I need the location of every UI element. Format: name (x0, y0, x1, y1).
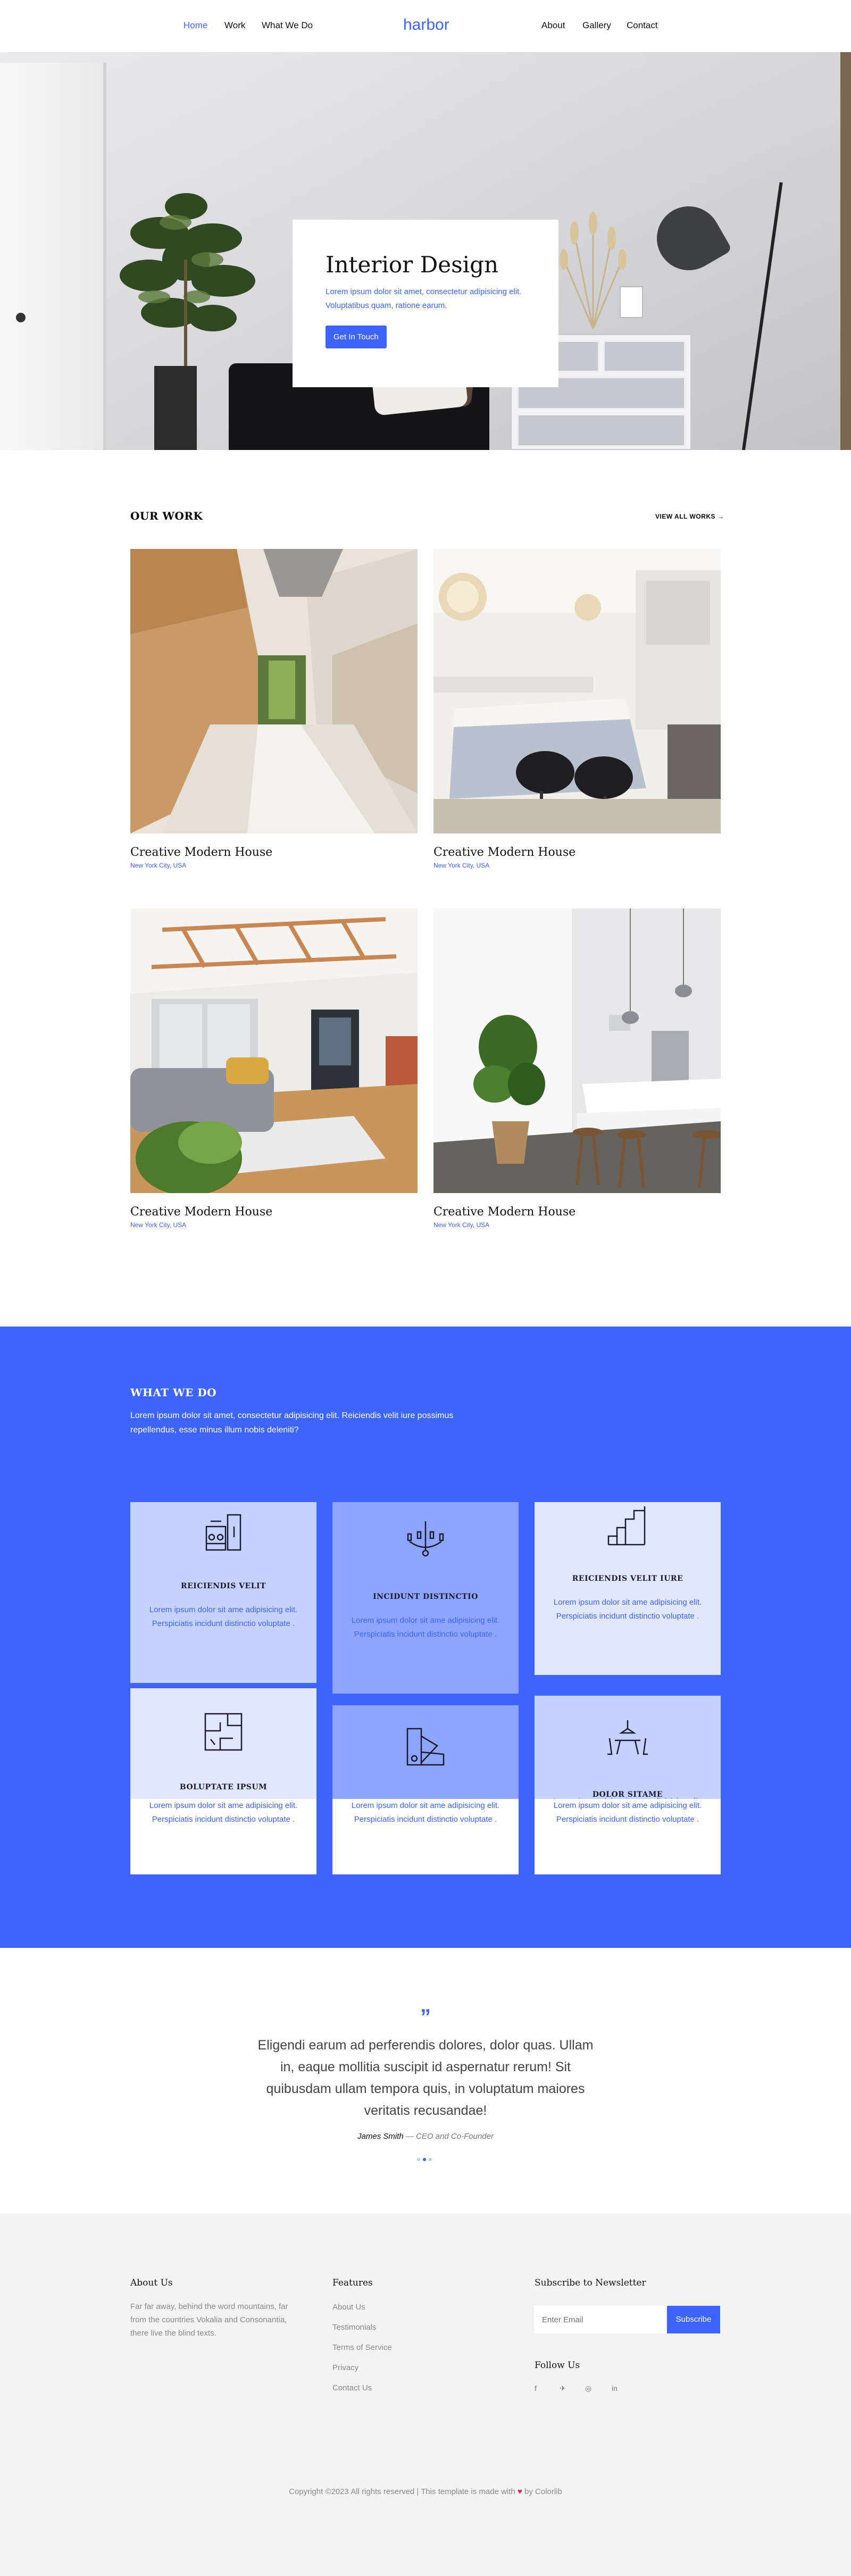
testimonial-author-role: — CEO and Co-Founder (405, 2132, 494, 2141)
view-all-works-link[interactable]: VIEW ALL WORKS → (655, 513, 724, 520)
service-description: Lorem ipsum dolor sit ame adipisicing el… (351, 1616, 500, 1639)
copyright-prefix: Copyright ©2023 All rights reserved | Th… (289, 2487, 515, 2496)
service-description: Lorem ipsum dolor sit ame adipisicing el… (149, 1605, 298, 1628)
work-card-location: New York City, USA (433, 862, 490, 869)
work-card-image[interactable] (433, 908, 721, 1193)
footer-link-about-us[interactable]: About Us (332, 2303, 365, 2312)
hero-title: Interior Design (326, 252, 499, 278)
copyright-suffix[interactable]: by Colorlib (524, 2487, 562, 2496)
work-card-location: New York City, USA (130, 862, 187, 869)
footer-link-privacy[interactable]: Privacy (332, 2363, 358, 2372)
service-description: Lorem ipsum dolor sit ame adipisicing el… (553, 1801, 702, 1824)
hero-card: Interior Design Lorem ipsum dolor sit am… (293, 220, 558, 387)
work-card-image[interactable] (130, 908, 418, 1193)
carousel-dot[interactable] (429, 2158, 432, 2161)
hero-plant-image (120, 193, 255, 377)
testimonial-author: James Smith — CEO and Co-Founder (0, 2132, 851, 2141)
service-card[interactable]: INCIDUNT DISTINCTIO Lorem ipsum dolor si… (332, 1502, 519, 1694)
testimonial-carousel-dots (417, 2154, 435, 2164)
floor-plan-icon (204, 1713, 243, 1751)
hero-door-image (0, 63, 106, 450)
footer: About Us Far far away, behind the word m… (0, 2214, 851, 2576)
carousel-dot[interactable] (417, 2158, 420, 2161)
service-card-footer: Lorem ipsum dolor sit ame adipisicing el… (535, 1799, 721, 1874)
nav-gallery-link[interactable]: Gallery (582, 20, 611, 31)
what-we-do-heading: WHAT WE DO (130, 1386, 217, 1399)
hero-picture-frame (620, 286, 643, 318)
service-description: Lorem ipsum dolor sit ame adipisicing el… (553, 1598, 702, 1621)
nav-work-link[interactable]: Work (224, 20, 245, 31)
get-in-touch-button[interactable]: Get In Touch (326, 326, 387, 348)
carousel-dot[interactable] (423, 2158, 426, 2161)
footer-features-heading: Features (332, 2278, 373, 2288)
work-card-title[interactable]: Creative Modern House (130, 1205, 272, 1219)
quote-icon: ” (420, 2005, 431, 2029)
what-we-do-intro: Lorem ipsum dolor sit amet, consectetur … (130, 1411, 454, 1435)
nav-contact-link[interactable]: Contact (627, 20, 658, 31)
footer-link-contact-us[interactable]: Contact Us (332, 2383, 372, 2392)
nav-about-link[interactable]: About (541, 20, 565, 31)
stairs-icon (607, 1506, 646, 1546)
hero-plant-pot (154, 366, 197, 450)
what-we-do-section: WHAT WE DO Lorem ipsum dolor sit amet, c… (0, 1327, 851, 1948)
color-swatch-icon (406, 1728, 445, 1766)
heart-icon: ♥ (517, 2487, 522, 2496)
service-card-footer: Lorem ipsum dolor sit ame adipisicing el… (332, 1799, 519, 1874)
footer-about-heading: About Us (130, 2278, 173, 2288)
hero-section: Interior Design Lorem ipsum dolor sit am… (0, 52, 851, 450)
view-all-works-label: VIEW ALL WORKS (655, 513, 715, 520)
service-card[interactable]: REICIENDIS VELIT IURE Lorem ipsum dolor … (535, 1502, 721, 1675)
service-card[interactable]: REICIENDIS VELIT Lorem ipsum dolor sit a… (130, 1502, 316, 1683)
instagram-icon[interactable]: ◎ (585, 2384, 591, 2393)
footer-link-testimonials[interactable]: Testimonials (332, 2323, 377, 2332)
work-card-image[interactable] (130, 549, 418, 833)
top-navbar: Home Work What We Do harbor About Galler… (0, 0, 851, 52)
work-card-location: New York City, USA (433, 1221, 490, 1229)
copyright-text: Copyright ©2023 All rights reserved | Th… (0, 2487, 851, 2496)
service-title: INCIDUNT DISTINCTIO (373, 1593, 478, 1601)
work-card-image[interactable] (433, 549, 721, 833)
testimonial-quote: Eligendi earum ad perferendis dolores, d… (257, 2038, 594, 2118)
hero-wall-edge (840, 52, 851, 450)
linkedin-icon[interactable]: in (612, 2384, 618, 2392)
nav-what-we-do-link[interactable]: What We Do (262, 20, 313, 31)
chandelier-icon (407, 1521, 444, 1557)
service-title: REICIENDIS VELIT IURE (572, 1574, 683, 1583)
footer-newsletter-heading: Subscribe to Newsletter (535, 2278, 646, 2288)
work-card-title[interactable]: Creative Modern House (433, 1205, 575, 1219)
work-card-title[interactable]: Creative Modern House (130, 846, 272, 859)
hero-description: Lorem ipsum dolor sit amet, consectetur … (326, 287, 522, 310)
service-description: Lorem ipsum dolor sit ame adipisicing el… (351, 1801, 500, 1824)
service-description: Lorem ipsum dolor sit ame adipisicing el… (149, 1801, 298, 1824)
testimonial-author-name: James Smith (357, 2132, 404, 2141)
brand-logo[interactable]: harbor (403, 16, 449, 34)
footer-link-terms[interactable]: Terms of Service (332, 2343, 392, 2352)
twitter-icon[interactable]: ✈ (560, 2384, 566, 2393)
arrow-right-icon: → (717, 513, 724, 520)
newsletter-email-input[interactable] (534, 2306, 667, 2333)
service-card-footer: Lorem ipsum dolor sit ame adipisicing el… (130, 1799, 316, 1874)
work-card-location: New York City, USA (130, 1221, 187, 1229)
footer-follow-heading: Follow Us (535, 2360, 580, 2371)
nav-home-link[interactable]: Home (183, 20, 207, 31)
dining-table-icon (607, 1720, 648, 1755)
kitchen-icon (205, 1514, 241, 1551)
our-work-heading: OUR WORK (130, 510, 203, 522)
work-card-title[interactable]: Creative Modern House (433, 846, 575, 859)
service-title: REICIENDIS VELIT (180, 1582, 266, 1590)
service-title: BOLUPTATE IPSUM (179, 1783, 268, 1791)
subscribe-button[interactable]: Subscribe (667, 2306, 720, 2333)
footer-about-text: Far far away, behind the word mountains,… (130, 2302, 288, 2338)
facebook-icon[interactable]: f (535, 2384, 537, 2392)
